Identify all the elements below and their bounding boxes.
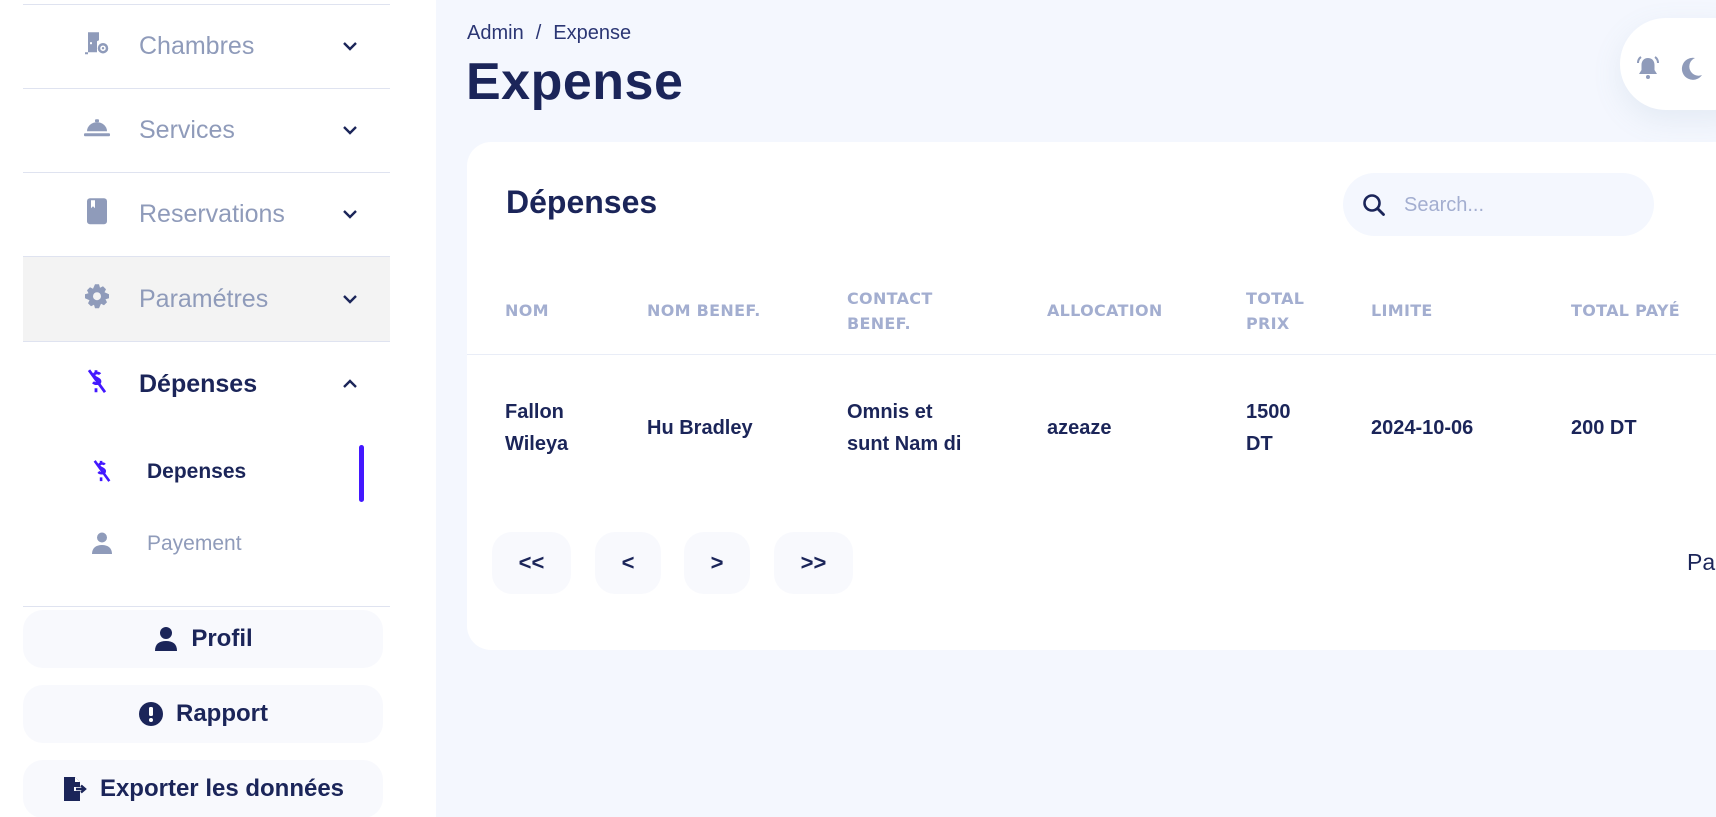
column-header-limite[interactable]: LIMITE [1371,298,1433,323]
dollar-slash-icon [83,367,111,395]
cell-total-paye: 200 DT [1571,417,1637,439]
gear-icon [83,282,111,310]
breadcrumb-current: Expense [553,22,632,44]
export-label: Exporter les données [99,775,345,802]
nav-divider [23,606,390,607]
active-indicator [359,445,364,502]
rapport-button[interactable]: Rapport [23,685,383,743]
chevron-up-icon[interactable] [338,372,362,396]
search-input[interactable] [1404,187,1634,223]
sidebar-subitem-label: Depenses [147,460,247,483]
bell-icon[interactable] [1635,55,1661,81]
cell-limite: 2024-10-06 [1371,417,1474,439]
cell-nom: Fallon Wileya [505,401,569,455]
cell-nom-benef: Hu Bradley [647,417,753,439]
chevron-down-icon[interactable] [338,287,362,311]
page-info: Pag [1687,549,1716,575]
rapport-label: Rapport [176,700,268,727]
column-header-contact-benef[interactable]: CONTACT BENEF. [847,286,933,336]
door-gear-icon [83,29,111,57]
next-page-button[interactable]: > [684,532,750,594]
book-icon [83,197,111,225]
table-row[interactable]: Fallon Wileya Hu Bradley Omnis et sunt Nam… [467,357,1716,467]
column-header-nom[interactable]: NOM [505,298,549,323]
cell-contact-benef: Omnis et sunt Nam di [847,401,962,455]
concierge-bell-icon [83,113,111,141]
sidebar-item-label: Services [139,115,235,144]
page-title: Expense [466,53,684,111]
search-icon [1361,192,1387,218]
cell-total-prix: 1500 DT [1246,401,1291,455]
chevron-down-icon[interactable] [338,118,362,142]
last-page-button[interactable]: >> [774,532,853,594]
sidebar-item-depenses[interactable]: Dépenses [23,342,390,426]
column-header-total-paye[interactable]: TOTAL PAYÉ [1571,298,1680,323]
profil-button[interactable]: Profil [23,610,383,668]
exclamation-circle-icon [138,701,164,727]
dollar-slash-icon [89,458,115,484]
first-page-button[interactable]: << [492,532,571,594]
breadcrumb-admin[interactable]: Admin [467,22,524,45]
column-header-total-prix[interactable]: TOTAL PRIX [1246,286,1304,336]
chevron-down-icon[interactable] [338,34,362,58]
sidebar-subitem-depenses[interactable]: Depenses [23,442,390,502]
sidebar-item-label: Paramétres [139,284,269,313]
breadcrumb-separator: / [535,22,542,44]
chevron-down-icon[interactable] [338,202,362,226]
sidebar-item-label: Chambres [139,31,255,60]
expenses-card: Dépenses NOM NOM BENEF. CONTACTBENEF. AL… [467,142,1716,650]
cell-allocation: azeaze [1047,417,1112,439]
sidebar-item-reservations[interactable]: Reservations [23,172,390,256]
sidebar-item-chambres[interactable]: Chambres [23,4,390,88]
sidebar-subitem-payement[interactable]: Payement [23,514,390,574]
sidebar-item-parametres[interactable]: Paramétres [23,257,390,341]
sidebar: Chambres Services Reservations Paramétre… [0,0,436,817]
previous-page-button[interactable]: < [595,532,661,594]
sidebar-item-label: Dépenses [139,369,258,398]
user-icon [89,530,115,556]
breadcrumb: Admin / Expense [467,22,631,45]
column-header-allocation[interactable]: ALLOCATION [1047,298,1163,323]
user-icon [153,626,179,652]
topbar-actions [1620,18,1716,110]
moon-icon[interactable] [1679,55,1705,81]
search-bar [1343,173,1654,236]
column-header-nom-benef[interactable]: NOM BENEF. [647,298,761,323]
sidebar-item-label: Reservations [139,199,285,228]
table-header-divider [467,354,1716,355]
profil-label: Profil [191,625,253,652]
export-data-button[interactable]: Exporter les données [23,760,383,817]
card-title: Dépenses [506,184,658,220]
sidebar-item-services[interactable]: Services [23,88,390,172]
sidebar-subitem-label: Payement [147,532,242,555]
file-export-icon [62,776,88,802]
